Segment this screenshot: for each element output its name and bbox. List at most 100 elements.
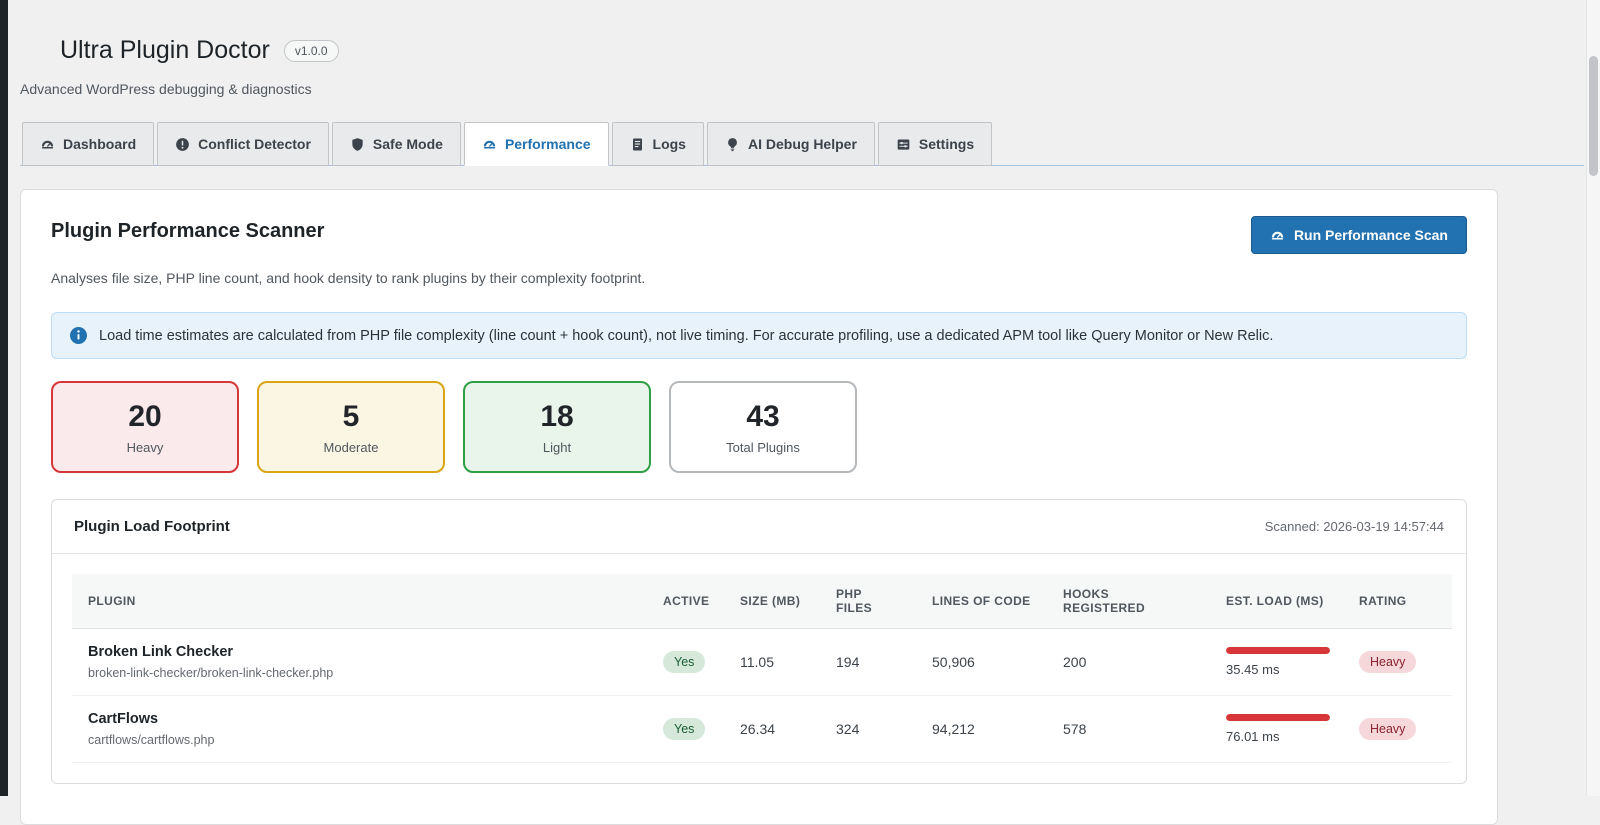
tab-label: Safe Mode [372,136,443,152]
active-cell: Yes [647,628,724,696]
stat-label: Light [542,440,572,455]
shield-icon [350,137,365,152]
rating-cell: Heavy [1343,628,1452,696]
tab-label: Conflict Detector [198,136,311,152]
section-description: Analyses file size, PHP line count, and … [51,270,646,286]
rating-badge: Heavy [1359,651,1417,673]
settings-panel-icon [896,137,911,152]
tab-logs[interactable]: Logs [611,122,704,166]
php-files-cell: 194 [820,628,916,696]
hooks-cell: 200 [1047,628,1210,696]
lines-of-code-cell: 50,906 [916,628,1047,696]
load-bar-track [1226,714,1330,721]
stat-cards: 20 Heavy 5 Moderate 18 Light 43 Total Pl… [51,381,1467,473]
active-cell: Yes [647,695,724,763]
tab-label: Settings [918,136,975,152]
gauge-icon [40,137,55,152]
active-badge: Yes [663,651,706,673]
active-badge: Yes [663,718,706,740]
size-cell: 11.05 [724,628,820,696]
plugin-table: Plugin Active Size (MB) PHP Files Lines … [72,574,1452,763]
stat-label: Heavy [126,440,164,455]
tab-label: Dashboard [63,136,137,152]
stat-label: Total Plugins [726,440,800,455]
footprint-title: Plugin Load Footprint [74,518,230,535]
document-lines-icon [630,137,645,152]
column-header-hooks-registered: Hooks Registered [1047,574,1210,629]
scanned-timestamp: Scanned: 2026-03-19 14:57:44 [1264,519,1444,534]
page-title: Ultra Plugin Doctor [60,36,270,64]
column-header-size: Size (MB) [724,574,820,629]
stat-value: 5 [342,400,360,433]
info-notice: Load time estimates are calculated from … [51,312,1467,359]
load-ms-label: 76.01 ms [1226,729,1280,744]
gauge-icon [1270,228,1285,243]
lightbulb-icon [725,137,740,152]
est-load-cell: 76.01 ms [1210,695,1343,763]
stat-card-light: 18 Light [463,381,651,473]
stat-label: Moderate [323,440,379,455]
column-header-est-load: Est. Load (ms) [1210,574,1343,629]
tab-conflict-detector[interactable]: Conflict Detector [157,122,329,166]
stat-card-heavy: 20 Heavy [51,381,239,473]
tab-dashboard[interactable]: Dashboard [22,122,155,166]
plugin-name: Broken Link Checker [88,644,234,660]
tab-label: Performance [504,136,591,152]
page-header: Ultra Plugin Doctor v1.0.0 Advanced Word… [20,0,1584,97]
alert-circle-icon [175,137,190,152]
page: Ultra Plugin Doctor v1.0.0 Advanced Word… [8,0,1600,825]
plugin-cell: Broken Link Checker broken-link-checker/… [72,628,647,696]
stat-value: 18 [540,400,574,433]
scrollbar-thumb[interactable] [1589,56,1598,176]
gauge-icon [482,137,497,152]
column-header-plugin: Plugin [72,574,647,629]
hooks-cell: 578 [1047,695,1210,763]
section-title: Plugin Performance Scanner [51,220,325,242]
admin-menu-strip [0,0,8,796]
tab-label: Logs [652,136,686,152]
load-bar-fill [1226,714,1330,721]
stat-value: 43 [746,400,780,433]
performance-panel: Plugin Performance Scanner Run Performan… [20,189,1498,825]
tab-settings[interactable]: Settings [877,122,993,166]
php-files-cell: 324 [820,695,916,763]
load-bar-fill [1226,647,1330,654]
size-cell: 26.34 [724,695,820,763]
scrollbar[interactable] [1586,0,1600,796]
version-badge: v1.0.0 [283,39,339,62]
plugin-slug: broken-link-checker/broken-link-checker.… [88,666,334,680]
rating-badge: Heavy [1359,718,1417,740]
run-performance-scan-button[interactable]: Run Performance Scan [1250,216,1467,254]
table-row: CartFlows cartflows/cartflows.php Yes 26… [72,695,1452,763]
est-load-cell: 35.45 ms [1210,628,1343,696]
tab-safe-mode[interactable]: Safe Mode [331,122,461,166]
column-header-lines-of-code: Lines of Code [916,574,1047,629]
stat-value: 20 [128,400,162,433]
table-header-row: Plugin Active Size (MB) PHP Files Lines … [72,574,1452,629]
column-header-active: Active [647,574,724,629]
rating-cell: Heavy [1343,695,1452,763]
stat-card-moderate: 5 Moderate [257,381,445,473]
panel-header: Plugin Performance Scanner Run Performan… [51,216,1467,254]
table-row: Broken Link Checker broken-link-checker/… [72,628,1452,696]
plugin-name: CartFlows [88,711,159,727]
tab-bar: Dashboard Conflict Detector Safe Mode Pe… [20,122,1584,166]
lines-of-code-cell: 94,212 [916,695,1047,763]
load-bar-track [1226,647,1330,654]
title-row: Ultra Plugin Doctor v1.0.0 [60,36,1584,65]
plugin-load-footprint-card: Plugin Load Footprint Scanned: 2026-03-1… [51,499,1467,784]
tab-label: AI Debug Helper [747,136,857,152]
column-header-rating: Rating [1343,574,1452,629]
page-subtitle: Advanced WordPress debugging & diagnosti… [20,81,312,97]
tab-performance[interactable]: Performance [463,122,609,166]
plugin-slug: cartflows/cartflows.php [88,733,215,747]
tab-ai-debug-helper[interactable]: AI Debug Helper [706,122,875,166]
load-ms-label: 35.45 ms [1226,662,1280,677]
run-button-label: Run Performance Scan [1293,227,1448,243]
stat-card-total-plugins: 43 Total Plugins [669,381,857,473]
column-header-php-files: PHP Files [820,574,916,629]
info-icon [70,327,87,344]
footprint-header: Plugin Load Footprint Scanned: 2026-03-1… [52,500,1466,554]
plugin-cell: CartFlows cartflows/cartflows.php [72,695,647,763]
footprint-body: Plugin Active Size (MB) PHP Files Lines … [52,554,1466,783]
